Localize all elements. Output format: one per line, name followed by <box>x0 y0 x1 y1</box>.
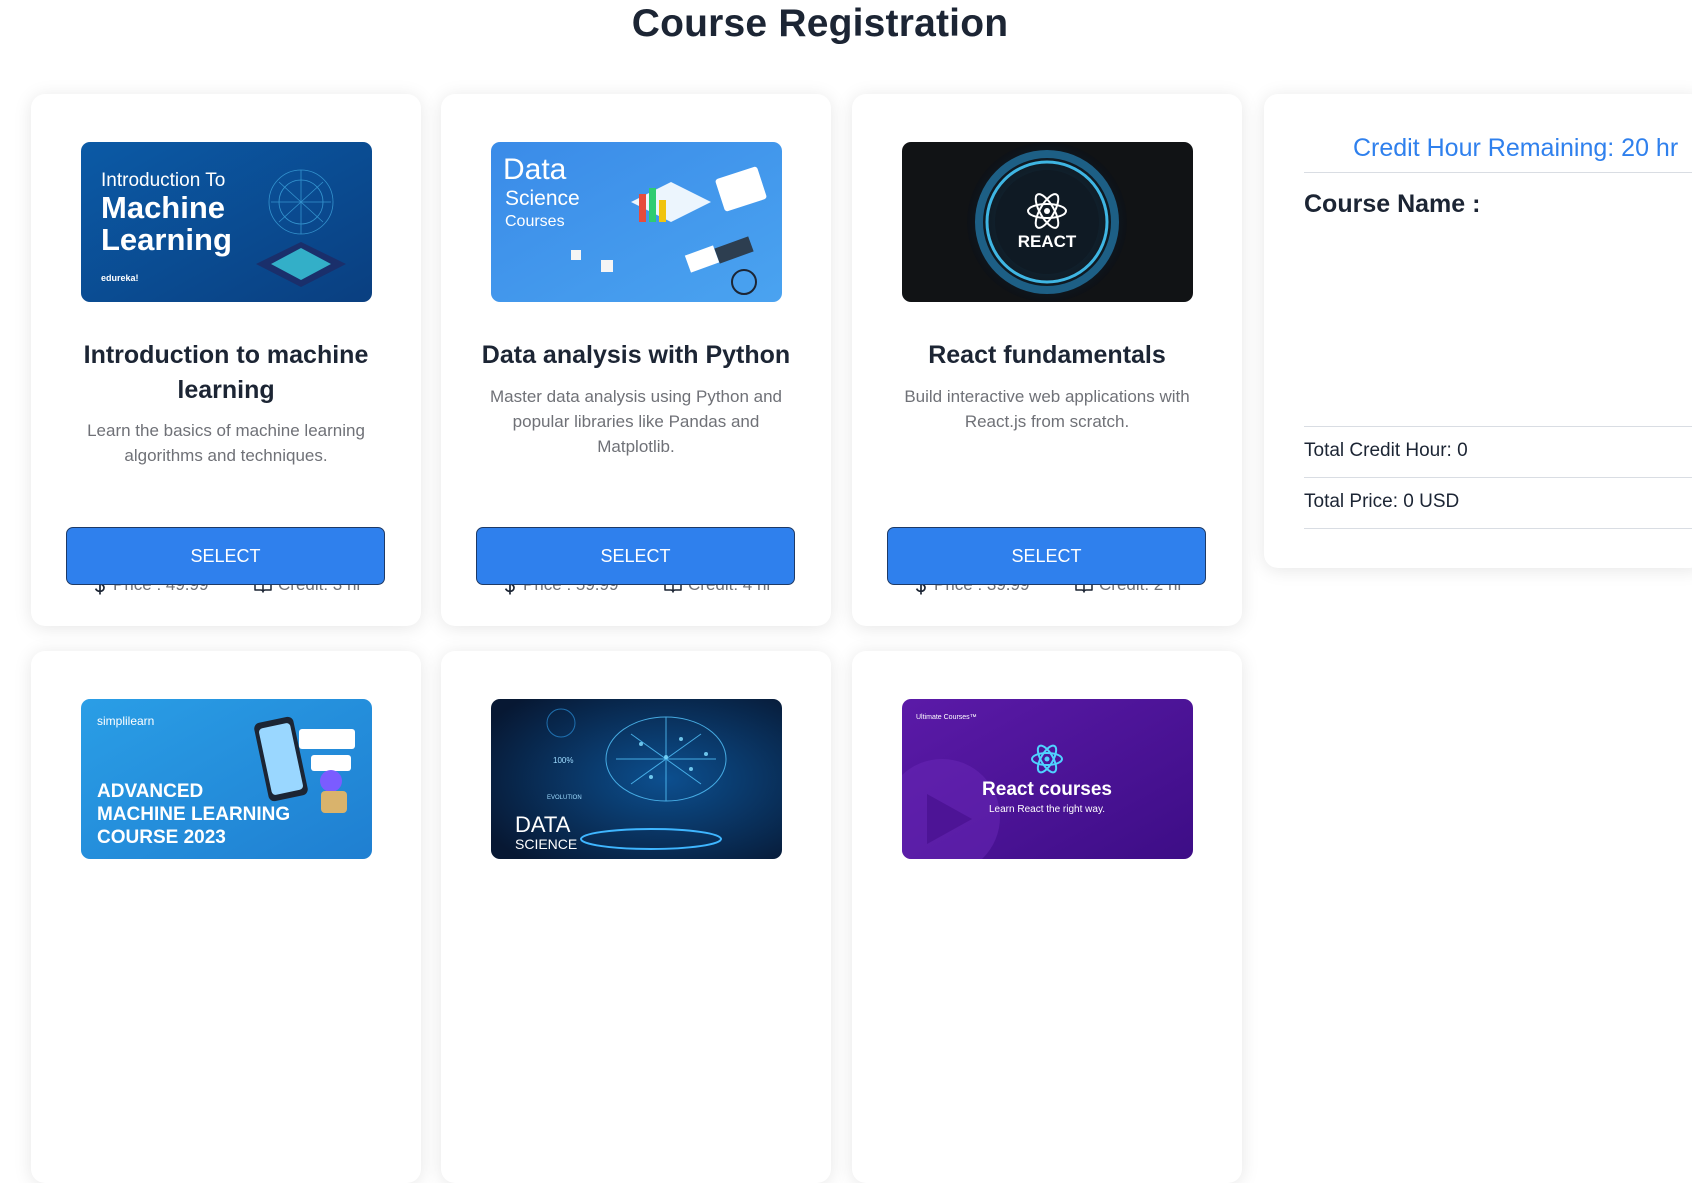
ds2-line2: SCIENCE <box>515 836 577 852</box>
divider <box>1304 172 1692 173</box>
page-title: Course Registration <box>631 2 1009 45</box>
ds2-evolution: EVOLUTION <box>547 795 582 801</box>
adv-ml-line3: COURSE 2023 <box>97 827 226 848</box>
course-name-label: Course Name : <box>1304 190 1481 218</box>
select-button[interactable]: SELECT <box>66 527 385 585</box>
ml-image-line2: Machine <box>101 190 225 225</box>
react-courses-brand: Ultimate Courses™ <box>916 714 977 721</box>
select-button[interactable]: SELECT <box>476 527 795 585</box>
ds2-percent: 100% <box>553 756 573 765</box>
total-credit-hour: Total Credit Hour: 0 <box>1304 440 1468 461</box>
ml-image-line3: Learning <box>101 222 232 257</box>
course-card: Introduction To Machine Learning edureka… <box>31 94 421 626</box>
adv-ml-brand: simplilearn <box>97 714 154 728</box>
course-card: simplilearn ADVANCED MACHINE LEARNING CO… <box>31 651 421 1183</box>
ml-image-brand: edureka! <box>101 273 139 283</box>
total-price: Total Price: 0 USD <box>1304 491 1460 512</box>
ds-image-line1: Data <box>503 153 567 186</box>
course-image-data-science-2: 100% EVOLUTION DATA SCIENCE <box>491 699 782 859</box>
course-card: Data Science Courses Data analysis with … <box>441 94 831 626</box>
course-image-data-science: Data Science Courses <box>491 142 782 302</box>
course-description: Master data analysis using Python and po… <box>489 387 782 456</box>
credit-remaining: Credit Hour Remaining: 20 hr <box>1353 134 1679 162</box>
divider <box>1304 477 1692 478</box>
divider <box>1304 528 1692 529</box>
course-card: REACT React fundamentals Build interacti… <box>852 94 1242 626</box>
course-card: 100% EVOLUTION DATA SCIENCE <box>441 651 831 1183</box>
registration-summary: Credit Hour Remaining: 20 hr Course Name… <box>1264 94 1692 568</box>
course-image-advanced-ml: simplilearn ADVANCED MACHINE LEARNING CO… <box>81 699 372 859</box>
select-button[interactable]: SELECT <box>887 527 1206 585</box>
course-title: React fundamentals <box>928 341 1166 369</box>
ds2-line1: DATA <box>515 812 571 837</box>
course-card: Ultimate Courses™ React courses Learn Re… <box>852 651 1242 1183</box>
divider <box>1304 426 1692 427</box>
ds-image-line3: Courses <box>505 213 565 230</box>
course-image-react: REACT <box>902 142 1193 302</box>
ds-image-line2: Science <box>505 187 580 210</box>
course-image-react-courses: Ultimate Courses™ React courses Learn Re… <box>902 699 1193 859</box>
adv-ml-line1: ADVANCED <box>97 781 203 802</box>
adv-ml-line2: MACHINE LEARNING <box>97 804 290 825</box>
course-description: Learn the basics of machine learning alg… <box>87 421 365 465</box>
course-image-ml-intro: Introduction To Machine Learning edureka… <box>81 142 372 302</box>
course-title: Data analysis with Python <box>481 341 791 369</box>
course-description: Build interactive web applications with … <box>904 387 1190 431</box>
react-courses-line1: React courses <box>982 779 1112 800</box>
course-title: Introduction to machine learning <box>83 341 369 404</box>
react-image-label: REACT <box>1018 232 1077 251</box>
react-courses-line2: Learn React the right way. <box>989 804 1105 815</box>
ml-image-line1: Introduction To <box>101 170 225 191</box>
